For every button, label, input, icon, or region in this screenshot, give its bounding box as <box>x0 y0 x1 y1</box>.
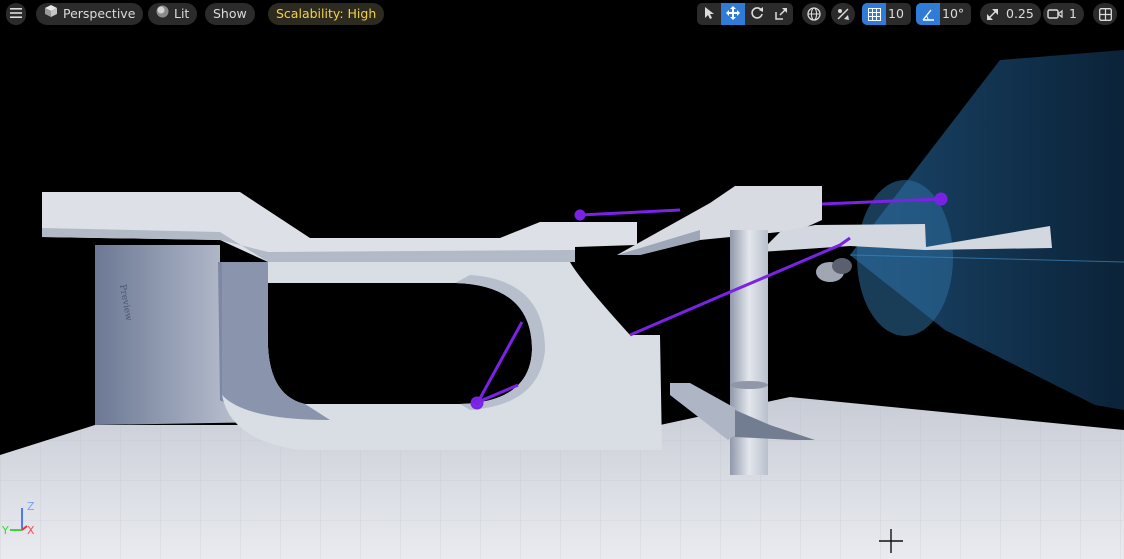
scale-snap-value: 0.25 <box>1006 6 1034 21</box>
scalability-label: Scalability: High <box>276 6 377 21</box>
rotation-snap-control[interactable]: 10° <box>916 3 972 25</box>
axis-x-label: X <box>27 524 35 537</box>
level-viewport[interactable]: Preview Perspective Lit Show Scalability… <box>0 0 1124 559</box>
3d-scene[interactable]: Preview <box>0 0 1124 559</box>
axis-y-label: Y <box>1 524 9 537</box>
scale-mode-button[interactable] <box>769 3 793 25</box>
lit-label: Lit <box>174 6 190 21</box>
rotate-mode-button[interactable] <box>745 3 769 25</box>
scale-arrow-icon <box>980 3 1004 25</box>
show-button[interactable]: Show <box>205 3 255 25</box>
camera-speed-value: 1 <box>1069 6 1077 21</box>
cube-icon <box>44 3 58 25</box>
translate-mode-button[interactable] <box>721 3 745 25</box>
camera-icon <box>1043 3 1067 25</box>
lit-button[interactable]: Lit <box>148 3 198 25</box>
angle-icon <box>916 3 940 25</box>
scale-icon <box>774 5 788 24</box>
perspective-label: Perspective <box>63 6 136 21</box>
axis-gizmo: Z Y X <box>1 500 35 537</box>
cursor-arrow-icon <box>703 5 715 24</box>
transform-tools <box>697 3 793 25</box>
grid-icon <box>862 3 886 25</box>
globe-icon <box>802 3 826 25</box>
sphere-icon <box>156 3 169 25</box>
viewport-layout-icon <box>1093 3 1117 25</box>
surface-snap-icon <box>831 3 855 25</box>
hamburger-menu-icon <box>10 3 22 25</box>
arch-structure[interactable] <box>222 262 662 450</box>
surface-snap-button[interactable] <box>831 3 855 25</box>
crosshair-icon <box>879 529 903 553</box>
viewport-layout-button[interactable] <box>1093 3 1117 25</box>
camera-speed-control[interactable]: 1 <box>1043 3 1084 25</box>
select-mode-button[interactable] <box>697 3 721 25</box>
axis-z-label: Z <box>27 500 35 513</box>
scalability-button[interactable]: Scalability: High <box>268 3 385 25</box>
grid-snap-value: 10 <box>888 6 904 21</box>
move-arrows-icon <box>726 5 740 24</box>
spot-light-actor[interactable] <box>816 258 852 282</box>
rotation-snap-value: 10° <box>942 6 965 21</box>
viewport-menu-button[interactable] <box>6 3 26 25</box>
show-label: Show <box>213 6 247 21</box>
viewport-toolbar: Perspective Lit Show Scalability: High 1… <box>0 3 1124 25</box>
rotate-icon <box>750 5 764 24</box>
world-local-toggle[interactable] <box>802 3 826 25</box>
perspective-button[interactable]: Perspective <box>36 3 144 25</box>
scale-snap-control[interactable]: 0.25 <box>980 3 1041 25</box>
grid-snap-control[interactable]: 10 <box>862 3 911 25</box>
